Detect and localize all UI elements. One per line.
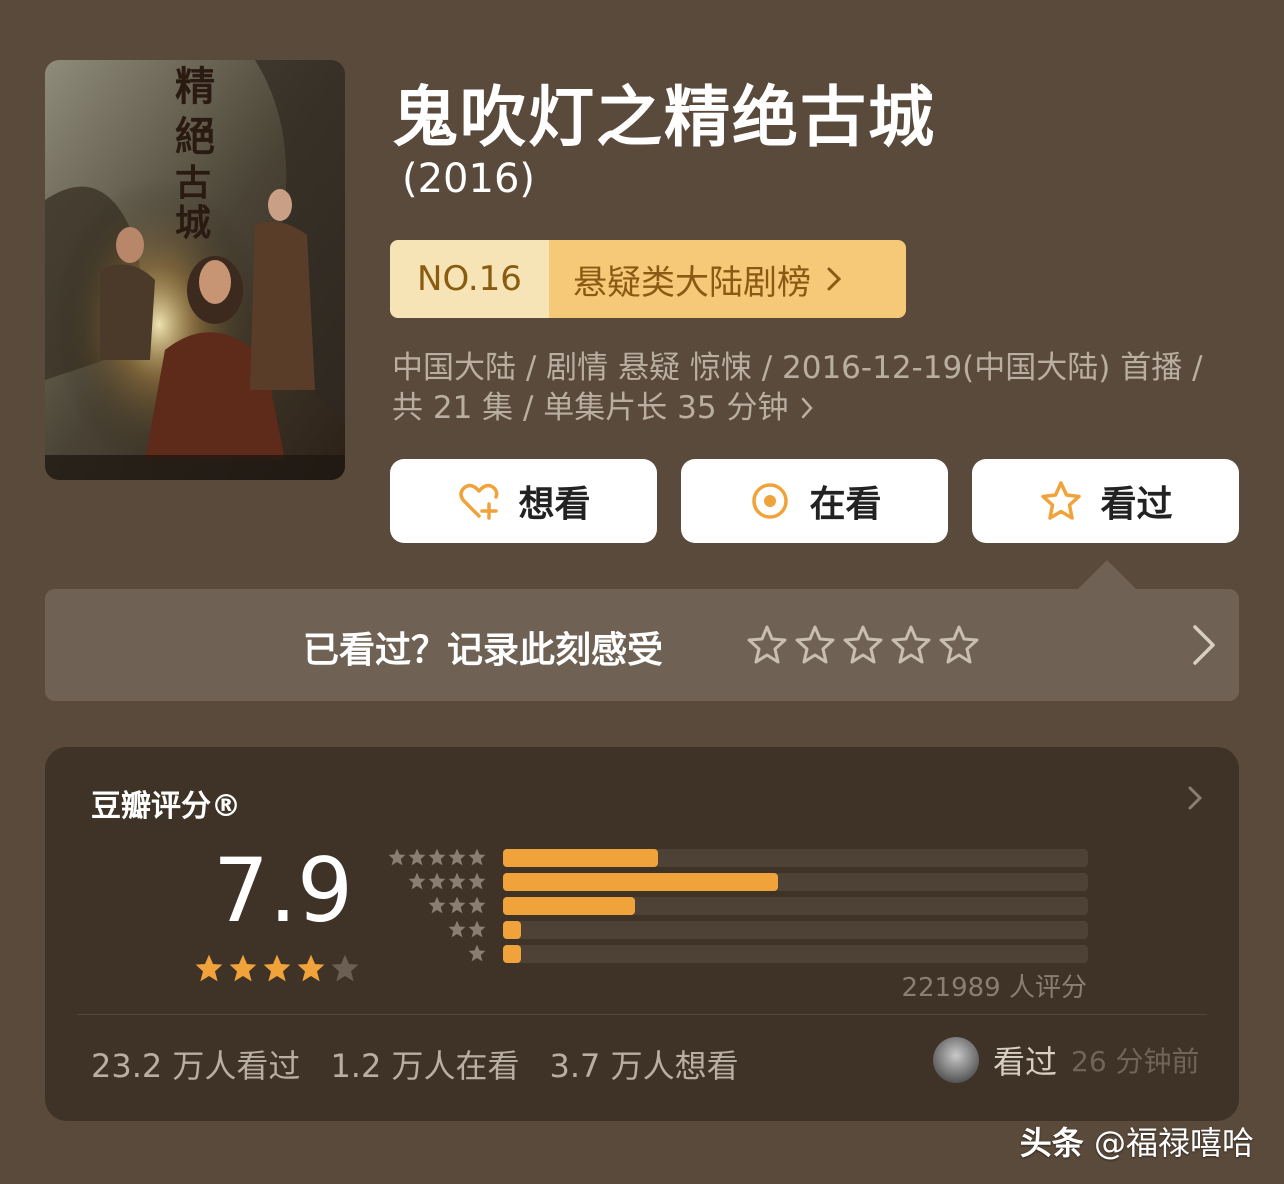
rating-score: 7.9	[213, 839, 353, 942]
dist-bar-fill-2	[503, 921, 521, 939]
small-star-icon	[408, 848, 426, 866]
dist-stars-2	[447, 919, 487, 939]
show-meta-info[interactable]: 中国大陆 / 剧情 悬疑 惊悚 / 2016-12-19(中国大陆) 首播 / …	[392, 348, 1252, 428]
poster-artwork: 精 絕 古 城	[45, 60, 345, 480]
filled-star-icon	[263, 954, 291, 982]
small-star-icon	[428, 872, 446, 890]
release-year: (2016)	[402, 156, 536, 202]
small-star-icon	[428, 848, 446, 866]
chevron-right-icon[interactable]	[1191, 623, 1217, 667]
dist-stars-5	[387, 847, 487, 867]
watched-count: 23.2 万人看过	[91, 1047, 301, 1085]
star-outline-icon	[1041, 481, 1082, 520]
chevron-right-icon	[802, 397, 814, 419]
recent-time: 26 分钟前	[1071, 1045, 1200, 1078]
small-star-icon	[468, 848, 486, 866]
small-star-icon	[468, 896, 486, 914]
watching-label: 在看	[809, 484, 882, 525]
meta-line-1: 中国大陆 / 剧情 悬疑 惊悚 / 2016-12-19(中国大陆) 首播 /	[392, 350, 1203, 386]
want-label: 想看	[518, 484, 591, 525]
small-star-icon	[428, 896, 446, 914]
chevron-right-icon	[827, 267, 842, 291]
poster-title-3: 古	[175, 162, 211, 204]
watermark-brand: 头条	[1019, 1124, 1084, 1162]
page-title: 鬼吹灯之精绝古城	[392, 79, 936, 156]
rank-list-name: 悬疑类大陆剧榜	[573, 262, 811, 303]
dist-stars-3	[427, 895, 487, 915]
poster-title-1: 精	[175, 63, 215, 110]
small-star-icon	[448, 896, 466, 914]
dist-stars-1	[467, 943, 487, 963]
score-stars	[193, 952, 361, 984]
rating-stars-input[interactable]	[745, 623, 981, 667]
want-to-watch-button[interactable]: 想看	[390, 459, 657, 543]
watching-button[interactable]: 在看	[681, 459, 948, 543]
watermark-account: @福禄嘻哈	[1093, 1124, 1254, 1162]
rating-count: 221989 人评分	[901, 973, 1087, 1003]
watching-circle-icon	[752, 483, 789, 519]
rank-number: NO.16	[390, 240, 549, 318]
record-prompt: 已看过？记录此刻感受	[303, 630, 664, 671]
rating-label: 豆瓣评分®	[91, 789, 241, 824]
empty-star-icon	[331, 954, 359, 982]
heart-plus-icon	[459, 483, 499, 520]
watching-count: 1.2 万人在看	[330, 1047, 520, 1085]
douban-rating-card[interactable]: 豆瓣评分® 7.9 221989 人评分 23.2 万人看过 1.2 万人在看 …	[45, 747, 1239, 1121]
meta-line-2: 共 21 集 / 单集片长 35 分钟	[392, 390, 789, 426]
watched-label: 看过	[1100, 484, 1173, 525]
dist-bar-4	[503, 873, 1088, 891]
avatar[interactable]	[933, 1037, 979, 1083]
poster-image[interactable]: 精 絕 古 城	[45, 60, 345, 480]
watched-button[interactable]: 看过	[972, 459, 1239, 543]
rank-list-link[interactable]: 悬疑类大陆剧榜	[549, 240, 906, 318]
small-star-icon	[448, 872, 466, 890]
chevron-right-icon[interactable]	[1187, 785, 1203, 811]
poster-title-4: 城	[175, 202, 211, 244]
filled-star-icon	[195, 954, 223, 982]
small-star-icon	[388, 848, 406, 866]
small-star-icon	[408, 872, 426, 890]
dist-bar-fill-1	[503, 945, 521, 963]
divider	[77, 1014, 1207, 1015]
watermark: 头条 @福禄嘻哈	[1020, 1118, 1254, 1164]
filled-star-icon	[297, 954, 325, 982]
rank-banner[interactable]: NO.16 悬疑类大陆剧榜	[390, 240, 906, 318]
poster-title-2: 絕	[175, 113, 215, 160]
small-star-icon	[468, 872, 486, 890]
recent-action: 看过	[993, 1043, 1058, 1081]
record-rating-panel[interactable]: 已看过？记录此刻感受	[45, 589, 1239, 701]
star-outline-icon[interactable]	[937, 623, 981, 667]
star-outline-icon[interactable]	[889, 623, 933, 667]
small-star-icon	[468, 944, 486, 962]
popover-pointer	[1077, 560, 1137, 590]
star-outline-icon[interactable]	[745, 623, 789, 667]
small-star-icon	[468, 920, 486, 938]
small-star-icon	[448, 848, 466, 866]
dist-bar-3	[503, 897, 1088, 915]
audience-stats: 23.2 万人看过 1.2 万人在看 3.7 万人想看	[91, 1041, 739, 1087]
recent-activity[interactable]: 看过 26 分钟前	[933, 1037, 1200, 1083]
filled-star-icon	[229, 954, 257, 982]
dist-bar-2	[503, 921, 1088, 939]
dist-stars-4	[407, 871, 487, 891]
small-star-icon	[448, 920, 466, 938]
dist-bar-fill-5	[503, 849, 659, 867]
want-count: 3.7 万人想看	[549, 1047, 739, 1085]
dist-bar-1	[503, 945, 1088, 963]
star-outline-icon[interactable]	[841, 623, 885, 667]
star-outline-icon[interactable]	[793, 623, 837, 667]
dist-bar-fill-3	[503, 897, 635, 915]
dist-bar-5	[503, 849, 1088, 867]
dist-bar-fill-4	[503, 873, 778, 891]
